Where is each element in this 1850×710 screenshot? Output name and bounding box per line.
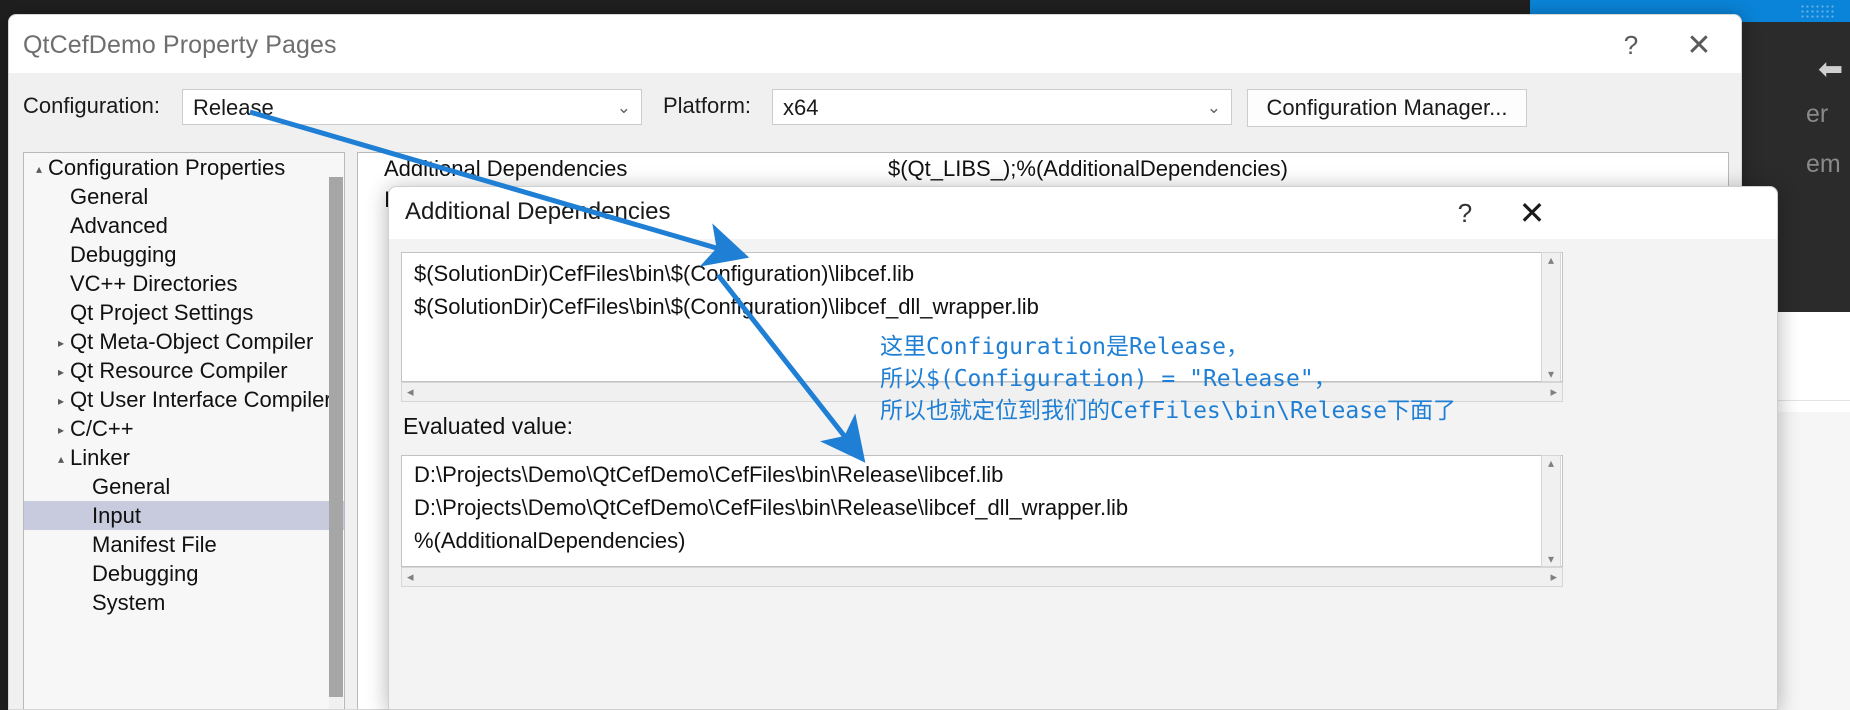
- editor-vertical-scrollbar[interactable]: ▴ ▾: [1541, 252, 1561, 382]
- help-icon[interactable]: ?: [1442, 195, 1488, 231]
- tree-item-label: General: [70, 184, 149, 209]
- tree-item-label: Linker: [70, 445, 130, 470]
- platform-value: x64: [783, 95, 819, 120]
- tree-item-label: Debugging: [92, 561, 199, 586]
- tree-item-label: C/C++: [70, 416, 134, 441]
- tree-item-advanced[interactable]: Advanced: [24, 211, 344, 240]
- tree-item-system[interactable]: System: [24, 588, 344, 617]
- property-name: Additional Dependencies: [384, 156, 628, 181]
- tree-item-c-c[interactable]: ▸ C/C++: [24, 414, 344, 443]
- tree-item-vc-directories[interactable]: VC++ Directories: [24, 269, 344, 298]
- tree-item-manifest-file[interactable]: Manifest File: [24, 530, 344, 559]
- tree-item-general[interactable]: General: [24, 472, 344, 501]
- scroll-up-icon[interactable]: ▴: [1548, 456, 1554, 470]
- tree-item-debugging[interactable]: Debugging: [24, 240, 344, 269]
- tree-item-label: Manifest File: [92, 532, 217, 557]
- collapsed-twisty-icon[interactable]: ▸: [52, 358, 70, 387]
- expanded-twisty-icon[interactable]: ▴: [30, 155, 48, 184]
- tree-item-label: System: [92, 590, 166, 615]
- configuration-properties-tree[interactable]: ▴ Configuration Properties General Advanced…: [23, 152, 345, 709]
- tree-item-linker[interactable]: ▴ Linker: [24, 443, 344, 472]
- tree-item-qt-user-interface-compiler[interactable]: ▸ Qt User Interface Compiler: [24, 385, 344, 414]
- evaluated-horizontal-scrollbar[interactable]: ◂ ▸: [401, 567, 1563, 587]
- scroll-down-icon[interactable]: ▾: [1548, 552, 1554, 566]
- editor-line: $(SolutionDir)CefFiles\bin\$(Configurati…: [414, 261, 915, 286]
- tree-item-configuration-properties[interactable]: ▴ Configuration Properties: [24, 153, 344, 182]
- collapsed-twisty-icon[interactable]: ▸: [52, 416, 70, 445]
- tree-item-label: Qt Resource Compiler: [70, 358, 288, 383]
- tree-item-label: VC++ Directories: [70, 271, 238, 296]
- scroll-up-icon[interactable]: ▴: [1548, 253, 1554, 267]
- tree-item-qt-resource-compiler[interactable]: ▸ Qt Resource Compiler: [24, 356, 344, 385]
- tree-item-label: Debugging: [70, 242, 177, 267]
- scroll-down-icon[interactable]: ▾: [1548, 367, 1554, 381]
- page-title: QtCefDemo Property Pages: [23, 31, 337, 59]
- scroll-left-icon[interactable]: ◂: [407, 384, 414, 400]
- chevron-down-icon: ⌄: [1206, 98, 1221, 117]
- vs-title-bar-pattern: [1800, 4, 1836, 18]
- editor-line: $(SolutionDir)CefFiles\bin\$(Configurati…: [414, 294, 1039, 319]
- configuration-manager-button[interactable]: Configuration Manager...: [1247, 89, 1527, 127]
- tree-item-label: Qt Project Settings: [70, 300, 254, 325]
- tree-item-label: Configuration Properties: [48, 155, 286, 180]
- tree-item-label: Qt User Interface Compiler: [70, 387, 332, 412]
- tree-item-debugging[interactable]: Debugging: [24, 559, 344, 588]
- collapsed-twisty-icon[interactable]: ▸: [52, 387, 70, 416]
- tree-item-qt-meta-object-compiler[interactable]: ▸ Qt Meta-Object Compiler: [24, 327, 344, 356]
- chevron-down-icon: ⌄: [616, 98, 631, 117]
- tree-item-label: General: [92, 474, 171, 499]
- additional-dependencies-titlebar: Additional Dependencies ? ✕: [389, 187, 1777, 239]
- platform-label: Platform:: [663, 93, 752, 118]
- left-arrow-icon[interactable]: ⬅: [1818, 52, 1843, 87]
- evaluated-line: D:\Projects\Demo\QtCefDemo\CefFiles\bin\…: [414, 462, 1004, 487]
- collapsed-twisty-icon[interactable]: ▸: [52, 329, 70, 358]
- help-icon[interactable]: ?: [1605, 25, 1657, 65]
- evaluated-line: %(AdditionalDependencies): [414, 528, 686, 553]
- evaluated-value-box: D:\Projects\Demo\QtCefDemo\CefFiles\bin\…: [401, 455, 1563, 567]
- close-icon[interactable]: ✕: [1673, 25, 1725, 65]
- tree-item-general[interactable]: General: [24, 182, 344, 211]
- property-grid-row[interactable]: Additional Dependencies $(Qt_LIBS_);%(Add…: [358, 153, 1728, 184]
- tree-item-qt-project-settings[interactable]: Qt Project Settings: [24, 298, 344, 327]
- evaluated-value-label: Evaluated value:: [403, 413, 574, 439]
- tree-item-label: Advanced: [70, 213, 168, 238]
- tree-item-input[interactable]: Input: [24, 501, 344, 530]
- evaluated-line: D:\Projects\Demo\QtCefDemo\CefFiles\bin\…: [414, 495, 1129, 520]
- vs-ghost-label-2: em: [1806, 150, 1841, 178]
- tree-vertical-scrollbar-thumb[interactable]: [329, 177, 343, 697]
- platform-dropdown[interactable]: x64 ⌄: [772, 89, 1232, 125]
- close-icon[interactable]: ✕: [1509, 193, 1555, 233]
- configuration-dropdown[interactable]: Release ⌄: [182, 89, 642, 125]
- scroll-right-icon[interactable]: ▸: [1550, 384, 1557, 400]
- tree-item-label: Qt Meta-Object Compiler: [70, 329, 314, 354]
- additional-dependencies-dialog: Additional Dependencies ? ✕ $(SolutionDi…: [388, 186, 1778, 710]
- dialog-title: Additional Dependencies: [405, 198, 671, 225]
- dependencies-editor[interactable]: $(SolutionDir)CefFiles\bin\$(Configurati…: [401, 252, 1563, 382]
- scroll-right-icon[interactable]: ▸: [1550, 569, 1557, 585]
- configuration-label: Configuration:: [23, 93, 160, 118]
- editor-horizontal-scrollbar[interactable]: ◂ ▸: [401, 382, 1563, 402]
- scroll-left-icon[interactable]: ◂: [407, 569, 414, 585]
- vs-ghost-label-1: er: [1806, 100, 1829, 128]
- tree-item-label: Input: [92, 503, 141, 528]
- expanded-twisty-icon[interactable]: ▴: [52, 445, 70, 474]
- property-pages-titlebar: QtCefDemo Property Pages ? ✕: [9, 15, 1741, 73]
- tree-list: ▴ Configuration Properties General Advanced…: [24, 153, 344, 617]
- property-value[interactable]: $(Qt_LIBS_);%(AdditionalDependencies): [888, 153, 1288, 184]
- evaluated-vertical-scrollbar[interactable]: ▴ ▾: [1541, 455, 1561, 567]
- configuration-value: Release: [193, 95, 274, 120]
